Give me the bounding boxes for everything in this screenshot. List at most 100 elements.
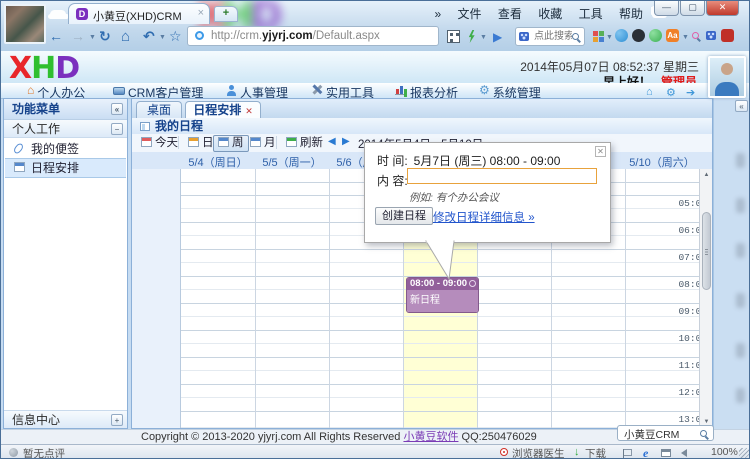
- browser-window: XHD D 小黄豆(XHD)CRM × + » 文件 查看 收藏 工具 帮助 —…: [0, 0, 750, 459]
- browser-search-box[interactable]: [515, 27, 585, 46]
- tab-label: 日程安排: [193, 103, 242, 117]
- ie-compat-icon[interactable]: e: [643, 446, 648, 458]
- scroll-up-icon[interactable]: ▲: [701, 169, 712, 181]
- content-hint: 例如: 有个办公会议: [409, 192, 499, 204]
- menu-view[interactable]: 查看: [498, 7, 522, 21]
- qr-icon[interactable]: [447, 30, 460, 43]
- browser-tab[interactable]: D 小黄豆(XHD)CRM ×: [68, 3, 210, 24]
- panel-title: 我的日程: [155, 119, 204, 133]
- menu-tools[interactable]: 工具: [579, 7, 603, 21]
- apps-dropdown-icon[interactable]: ▼: [606, 34, 613, 41]
- menu-more[interactable]: »: [435, 7, 442, 21]
- apps-grid-icon[interactable]: [593, 31, 604, 42]
- sidebar-section-personal[interactable]: 个人工作 −: [4, 120, 127, 138]
- back-icon[interactable]: ←: [49, 28, 63, 44]
- flag-icon[interactable]: [623, 449, 632, 458]
- font-dropdown-icon[interactable]: ▼: [682, 34, 689, 41]
- menu-help[interactable]: 帮助: [619, 7, 643, 21]
- quick-home-icon[interactable]: ⌂: [646, 86, 653, 98]
- undo-icon[interactable]: ↶: [143, 28, 155, 45]
- nav-personal-office[interactable]: ⌂ 个人办公: [27, 84, 85, 100]
- address-bar[interactable]: http://crm.yjyrj.com/Default.aspx: [187, 26, 439, 46]
- popup-close-icon[interactable]: ✕: [595, 146, 606, 157]
- section-expand-icon[interactable]: +: [111, 414, 123, 426]
- browser-search-input[interactable]: [532, 30, 574, 43]
- baidu-paw-icon[interactable]: [706, 31, 716, 40]
- sidebar-item-schedule[interactable]: 日程安排: [5, 158, 126, 178]
- search-engine-icon[interactable]: [519, 32, 529, 41]
- nav-tools[interactable]: 实用工具: [311, 84, 374, 100]
- window-maximize-button[interactable]: ▢: [680, 1, 705, 16]
- today-button[interactable]: 今天: [136, 135, 183, 152]
- new-tab-button[interactable]: +: [214, 6, 238, 22]
- forward-icon[interactable]: →: [71, 28, 85, 44]
- compass-icon[interactable]: [615, 29, 628, 42]
- review-icon[interactable]: [9, 448, 18, 457]
- menu-file[interactable]: 文件: [458, 7, 482, 21]
- next-week-icon[interactable]: ▶: [342, 136, 350, 147]
- edit-detail-link[interactable]: 修改日程详细信息 »: [433, 209, 535, 225]
- font-tool-icon[interactable]: Aa: [666, 29, 679, 42]
- magnifier-icon[interactable]: [700, 430, 707, 437]
- window-minimize-button[interactable]: —: [654, 1, 679, 16]
- window-mode-icon[interactable]: [661, 449, 671, 457]
- time-field-label: 时 间:: [377, 154, 408, 168]
- bookmark-star-icon[interactable]: ☆: [169, 28, 182, 45]
- avatar[interactable]: [708, 56, 746, 98]
- tab-close-icon[interactable]: ×: [198, 7, 204, 19]
- tab-close-icon[interactable]: ✕: [245, 106, 253, 116]
- resize-grip[interactable]: [739, 448, 749, 458]
- speed-icon[interactable]: [468, 30, 475, 43]
- doctor-text[interactable]: 浏览器医生: [512, 446, 565, 458]
- content-tabstrip: 桌面 日程安排 ✕: [132, 99, 712, 119]
- button-label: 日: [202, 137, 214, 149]
- nav-hr[interactable]: 人事管理: [225, 84, 288, 100]
- history-dropdown-icon[interactable]: ▼: [89, 34, 96, 41]
- window-close-button[interactable]: ✕: [706, 1, 739, 16]
- extension-icon[interactable]: [721, 29, 734, 42]
- time-field-value: 5月7日 (周三) 08:00 - 09:00: [413, 154, 561, 168]
- sidebar-item-notes[interactable]: 我的便签: [5, 140, 126, 158]
- undo-dropdown-icon[interactable]: ▼: [159, 34, 166, 41]
- section-collapse-icon[interactable]: −: [111, 123, 123, 135]
- nav-system[interactable]: ⚙ 系统管理: [479, 84, 541, 101]
- week-view-button[interactable]: 周: [213, 135, 249, 152]
- home-icon[interactable]: ⌂: [121, 28, 130, 45]
- menu-favorites[interactable]: 收藏: [538, 7, 562, 21]
- wechat-icon[interactable]: [649, 29, 662, 42]
- scrollbar-thumb[interactable]: [701, 212, 711, 290]
- nav-crm[interactable]: CRM客户管理: [113, 84, 203, 100]
- refresh-button[interactable]: 刷新: [281, 135, 328, 152]
- refresh-icon[interactable]: ↻: [99, 28, 111, 45]
- cloud-icon[interactable]: [50, 10, 66, 19]
- blur-artifact: [736, 198, 745, 213]
- sidebar-section-info[interactable]: 信息中心 +: [4, 410, 127, 428]
- sidebar-collapse-button[interactable]: «: [111, 103, 123, 115]
- create-schedule-button[interactable]: 创建日程: [375, 207, 433, 225]
- pink-magnifier-icon[interactable]: [692, 32, 699, 39]
- download-text[interactable]: 下载: [585, 446, 606, 458]
- day-header: 5/4（周日）: [188, 157, 248, 169]
- panel-collapse-button[interactable]: «: [735, 100, 748, 112]
- phone-icon[interactable]: [632, 29, 645, 42]
- review-text[interactable]: 暂无点评: [23, 446, 65, 458]
- tab-schedule[interactable]: 日程安排 ✕: [185, 101, 261, 118]
- blur-artifact: [736, 293, 745, 308]
- speed-dropdown-icon[interactable]: ▼: [480, 34, 487, 41]
- footer-search-box[interactable]: [617, 425, 714, 441]
- search-magnifier-icon[interactable]: [572, 33, 579, 40]
- schedule-content-input[interactable]: [407, 168, 597, 184]
- footer-search-input[interactable]: [622, 427, 696, 441]
- speaker-icon[interactable]: [681, 449, 687, 457]
- tab-desktop[interactable]: 桌面: [136, 101, 182, 118]
- card-icon: [113, 87, 125, 95]
- vendor-link[interactable]: 小黄豆软件: [403, 431, 458, 443]
- play-icon[interactable]: ▶: [493, 30, 502, 44]
- panel-title-bar: 我的日程: [132, 118, 712, 135]
- calendar-scrollbar[interactable]: ▲ ▼: [699, 169, 712, 428]
- nav-reports[interactable]: 报表分析: [395, 84, 458, 100]
- prev-week-icon[interactable]: ◀: [328, 136, 336, 147]
- doctor-icon[interactable]: [500, 448, 508, 456]
- download-icon[interactable]: ↓: [574, 446, 580, 458]
- url-text[interactable]: http://crm.yjyrj.com/Default.aspx: [211, 30, 380, 42]
